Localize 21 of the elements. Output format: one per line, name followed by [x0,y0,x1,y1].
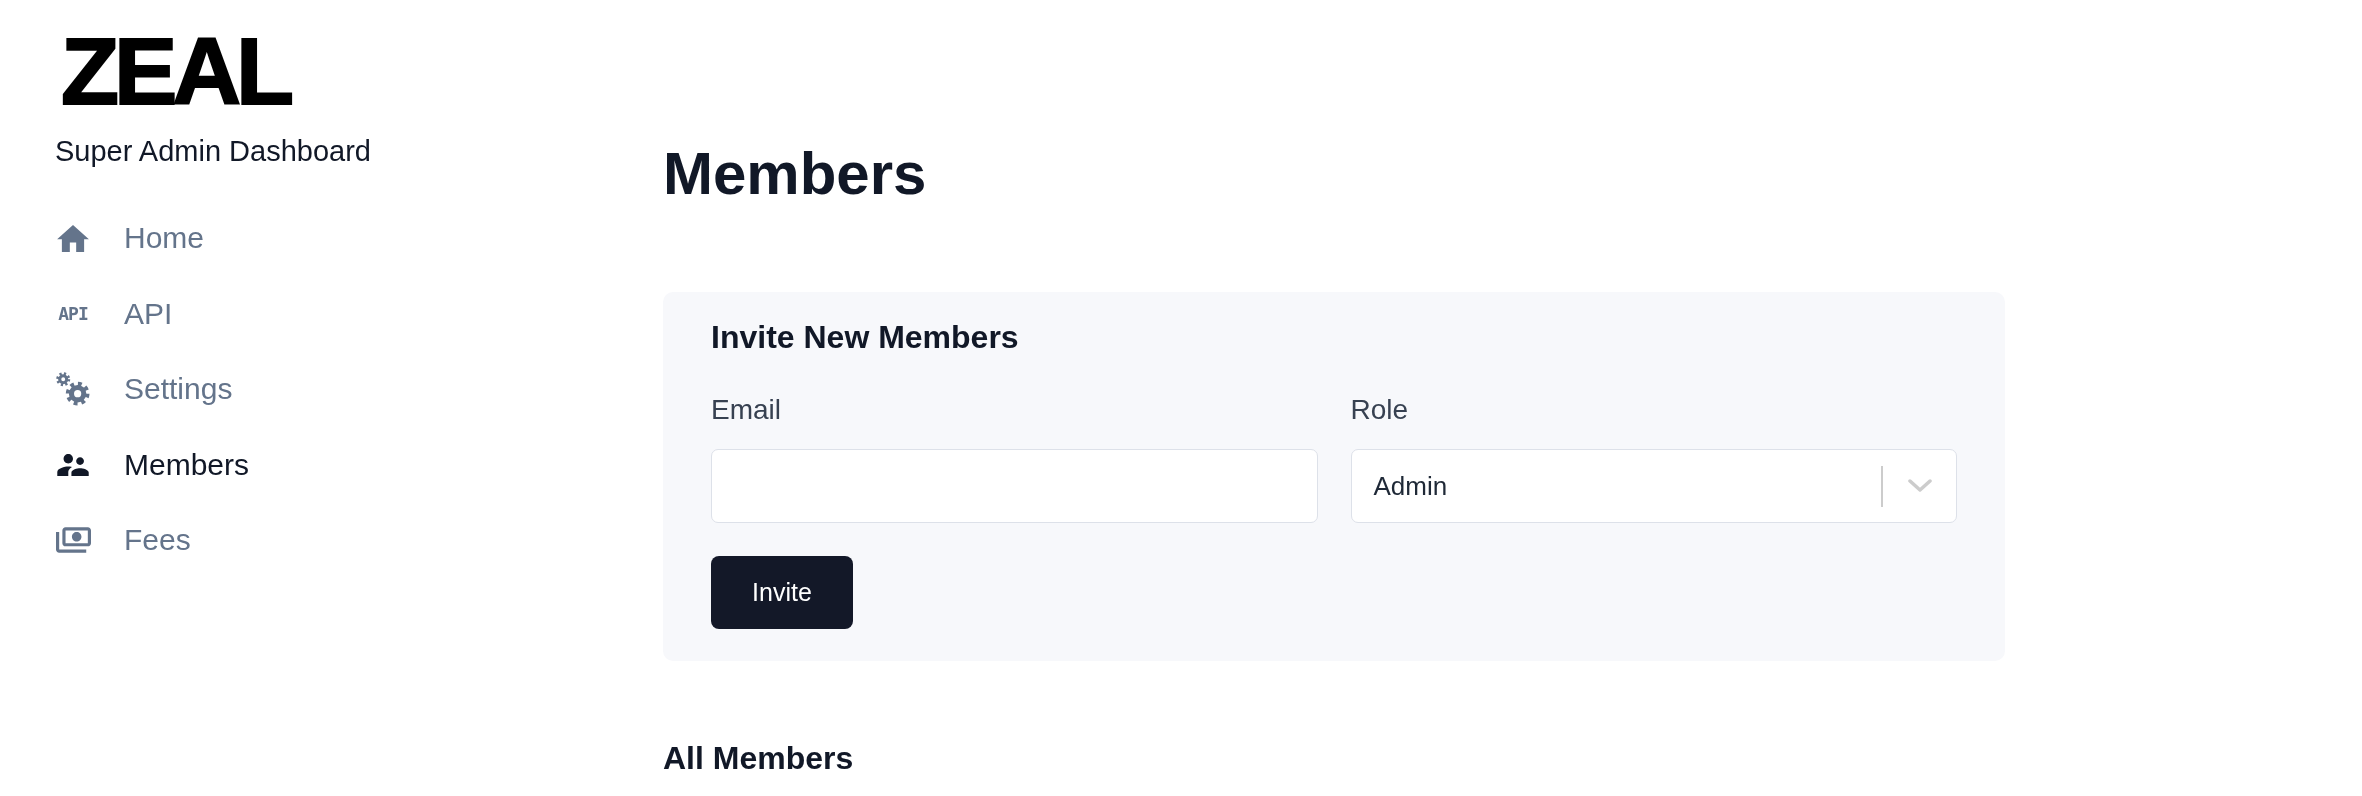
settings-icon [56,372,90,407]
dashboard-subtitle: Super Admin Dashboard [55,134,371,170]
api-icon: API [58,304,88,323]
home-icon [57,224,89,252]
chevron-down-icon [1908,479,1932,493]
field-label: Email [711,393,781,427]
section-title: All Members [663,739,854,777]
card-title: Invite New Members [711,318,1019,356]
nav-item[interactable]: Settings [55,351,233,427]
invite-button[interactable]: Invite [711,556,853,629]
page-title: Members [663,139,927,209]
nav-item[interactable]: Members [55,426,250,503]
nav-item[interactable]: API API [55,275,173,352]
nav-item[interactable]: Fees [55,502,191,578]
people-icon [57,453,89,476]
field-label: Role [1350,393,1409,427]
role-select[interactable]: Admin [1350,449,1957,523]
nav-item[interactable]: Home [55,200,205,276]
logo: ZEAL [61,36,290,107]
banknotes-icon [55,527,91,554]
email-input[interactable] [711,449,1318,523]
